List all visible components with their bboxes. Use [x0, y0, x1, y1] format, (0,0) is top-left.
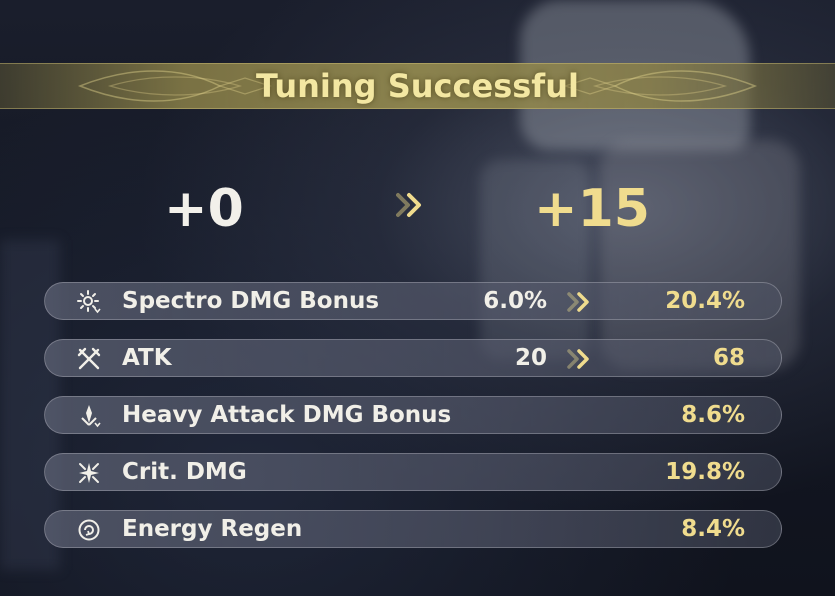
stat-row-atk: ATK 20 68 — [44, 339, 782, 377]
stat-row-heavy-attack-dmg-bonus: Heavy Attack DMG Bonus 8.6% — [44, 396, 782, 434]
double-chevron-right-icon — [567, 292, 589, 312]
stat-list: Spectro DMG Bonus 6.0% 20.4% ATK 20 68 H… — [44, 282, 784, 567]
stat-name: Crit. DMG — [122, 459, 247, 485]
stat-name: Energy Regen — [122, 516, 303, 542]
stat-name: Heavy Attack DMG Bonus — [122, 402, 452, 428]
crit-dmg-icon — [79, 463, 99, 483]
result-banner: Tuning Successful — [0, 63, 835, 109]
stat-row-spectro-dmg-bonus: Spectro DMG Bonus 6.0% 20.4% — [44, 282, 782, 320]
stat-row-energy-regen: Energy Regen 8.4% — [44, 510, 782, 548]
banner-title: Tuning Successful — [256, 67, 579, 105]
energy-regen-icon — [78, 519, 100, 541]
double-chevron-right-icon — [567, 349, 589, 369]
stat-value-after: 19.8% — [665, 459, 745, 485]
double-chevron-right-icon — [396, 193, 421, 217]
stat-value-before: 20 — [514, 345, 547, 371]
stat-value-after: 68 — [712, 345, 745, 371]
stat-value-after: 20.4% — [665, 288, 745, 314]
atk-icon — [77, 347, 101, 370]
stat-row-crit-dmg: Crit. DMG 19.8% — [44, 453, 782, 491]
level-after: +15 — [534, 179, 650, 239]
stat-value-before: 6.0% — [483, 288, 547, 314]
stat-value-after: 8.6% — [681, 402, 745, 428]
level-before: +0 — [164, 179, 244, 239]
spectro-icon — [77, 290, 101, 314]
stat-name: ATK — [122, 345, 172, 371]
stat-value-after: 8.4% — [681, 516, 745, 542]
heavy-attack-icon — [81, 405, 101, 428]
stat-name: Spectro DMG Bonus — [122, 288, 380, 314]
